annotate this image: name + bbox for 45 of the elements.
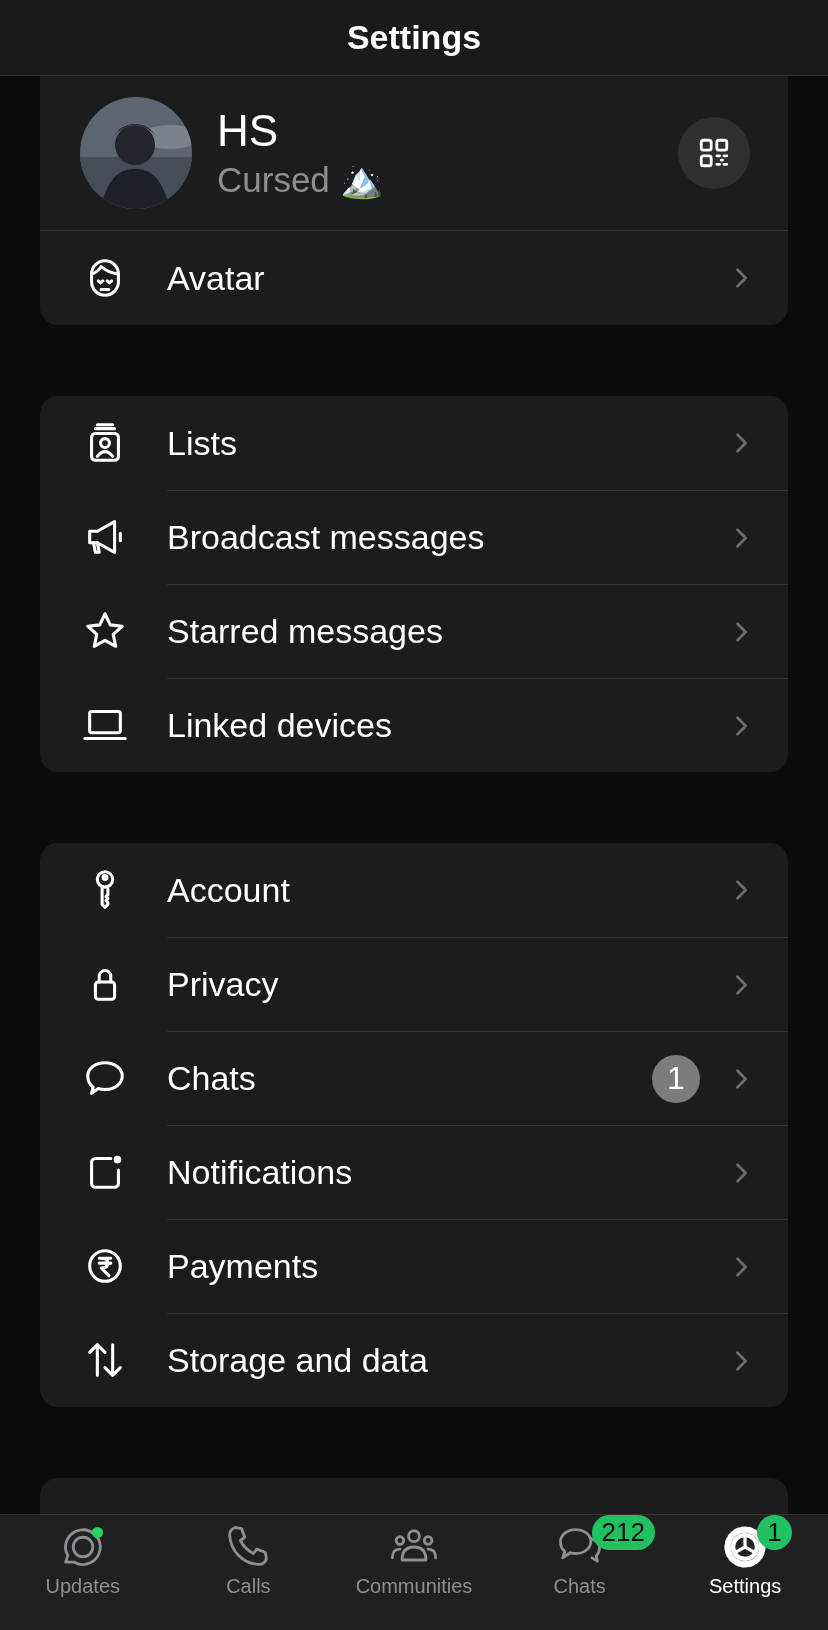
chevron-icon [734, 1066, 748, 1091]
settings-row[interactable]: Notifications [40, 1125, 788, 1219]
row-label: Starred messages [167, 612, 444, 651]
qr-code-icon [697, 136, 731, 170]
chevron-icon [734, 1348, 748, 1373]
row-label: Payments [167, 1247, 320, 1286]
screen-title: Settings [346, 18, 482, 57]
chevron-icon [734, 525, 748, 550]
row-label: Account [167, 870, 291, 910]
settings-row[interactable]: Broadcast messages [40, 490, 788, 584]
settings-row[interactable]: Privacy [40, 937, 788, 1031]
row-label: Chats [167, 1059, 257, 1098]
tab-button[interactable]: 212 Chats [496, 1515, 663, 1630]
chevron-icon [734, 266, 748, 290]
profile-name: HS [217, 105, 280, 156]
chevron-icon [734, 713, 748, 738]
row-label: Avatar [167, 258, 266, 298]
row-label: Linked devices [167, 706, 393, 745]
row-label: Broadcast messages [167, 518, 486, 557]
count-badge: 1 [652, 1054, 700, 1103]
settings-row[interactable]: Avatar [40, 230, 788, 325]
settings-row[interactable]: Starred messages [40, 584, 788, 678]
row-label: Storage and data [167, 1341, 429, 1380]
chevron-icon [734, 878, 748, 902]
tab-button[interactable]: Communities [331, 1515, 497, 1630]
settings-row[interactable]: Storage and data [40, 1313, 788, 1407]
tab-button[interactable]: 1 Settings [662, 1515, 828, 1630]
count-badge: 1 [757, 1515, 792, 1550]
settings-row[interactable]: Payments [40, 1219, 788, 1313]
chevron-icon [734, 619, 748, 644]
chevron-icon [734, 1254, 748, 1279]
row-label: Lists [167, 423, 238, 463]
tab-button[interactable]: Calls [165, 1515, 332, 1630]
chevron-icon [734, 431, 748, 455]
profile-status: Cursed 🏔 [217, 159, 385, 201]
row-label: Notifications [167, 1153, 354, 1192]
chevron-icon [734, 1160, 748, 1185]
row-label: Privacy [167, 965, 280, 1004]
settings-row[interactable]: Chats 1 [40, 1031, 788, 1125]
settings-row[interactable]: Lists [40, 396, 788, 490]
settings-row[interactable]: Linked devices [40, 678, 788, 772]
settings-row[interactable]: Account [40, 843, 788, 937]
tab-button[interactable]: Updates [0, 1515, 166, 1630]
chevron-icon [734, 972, 748, 997]
count-badge: 212 [591, 1515, 655, 1550]
